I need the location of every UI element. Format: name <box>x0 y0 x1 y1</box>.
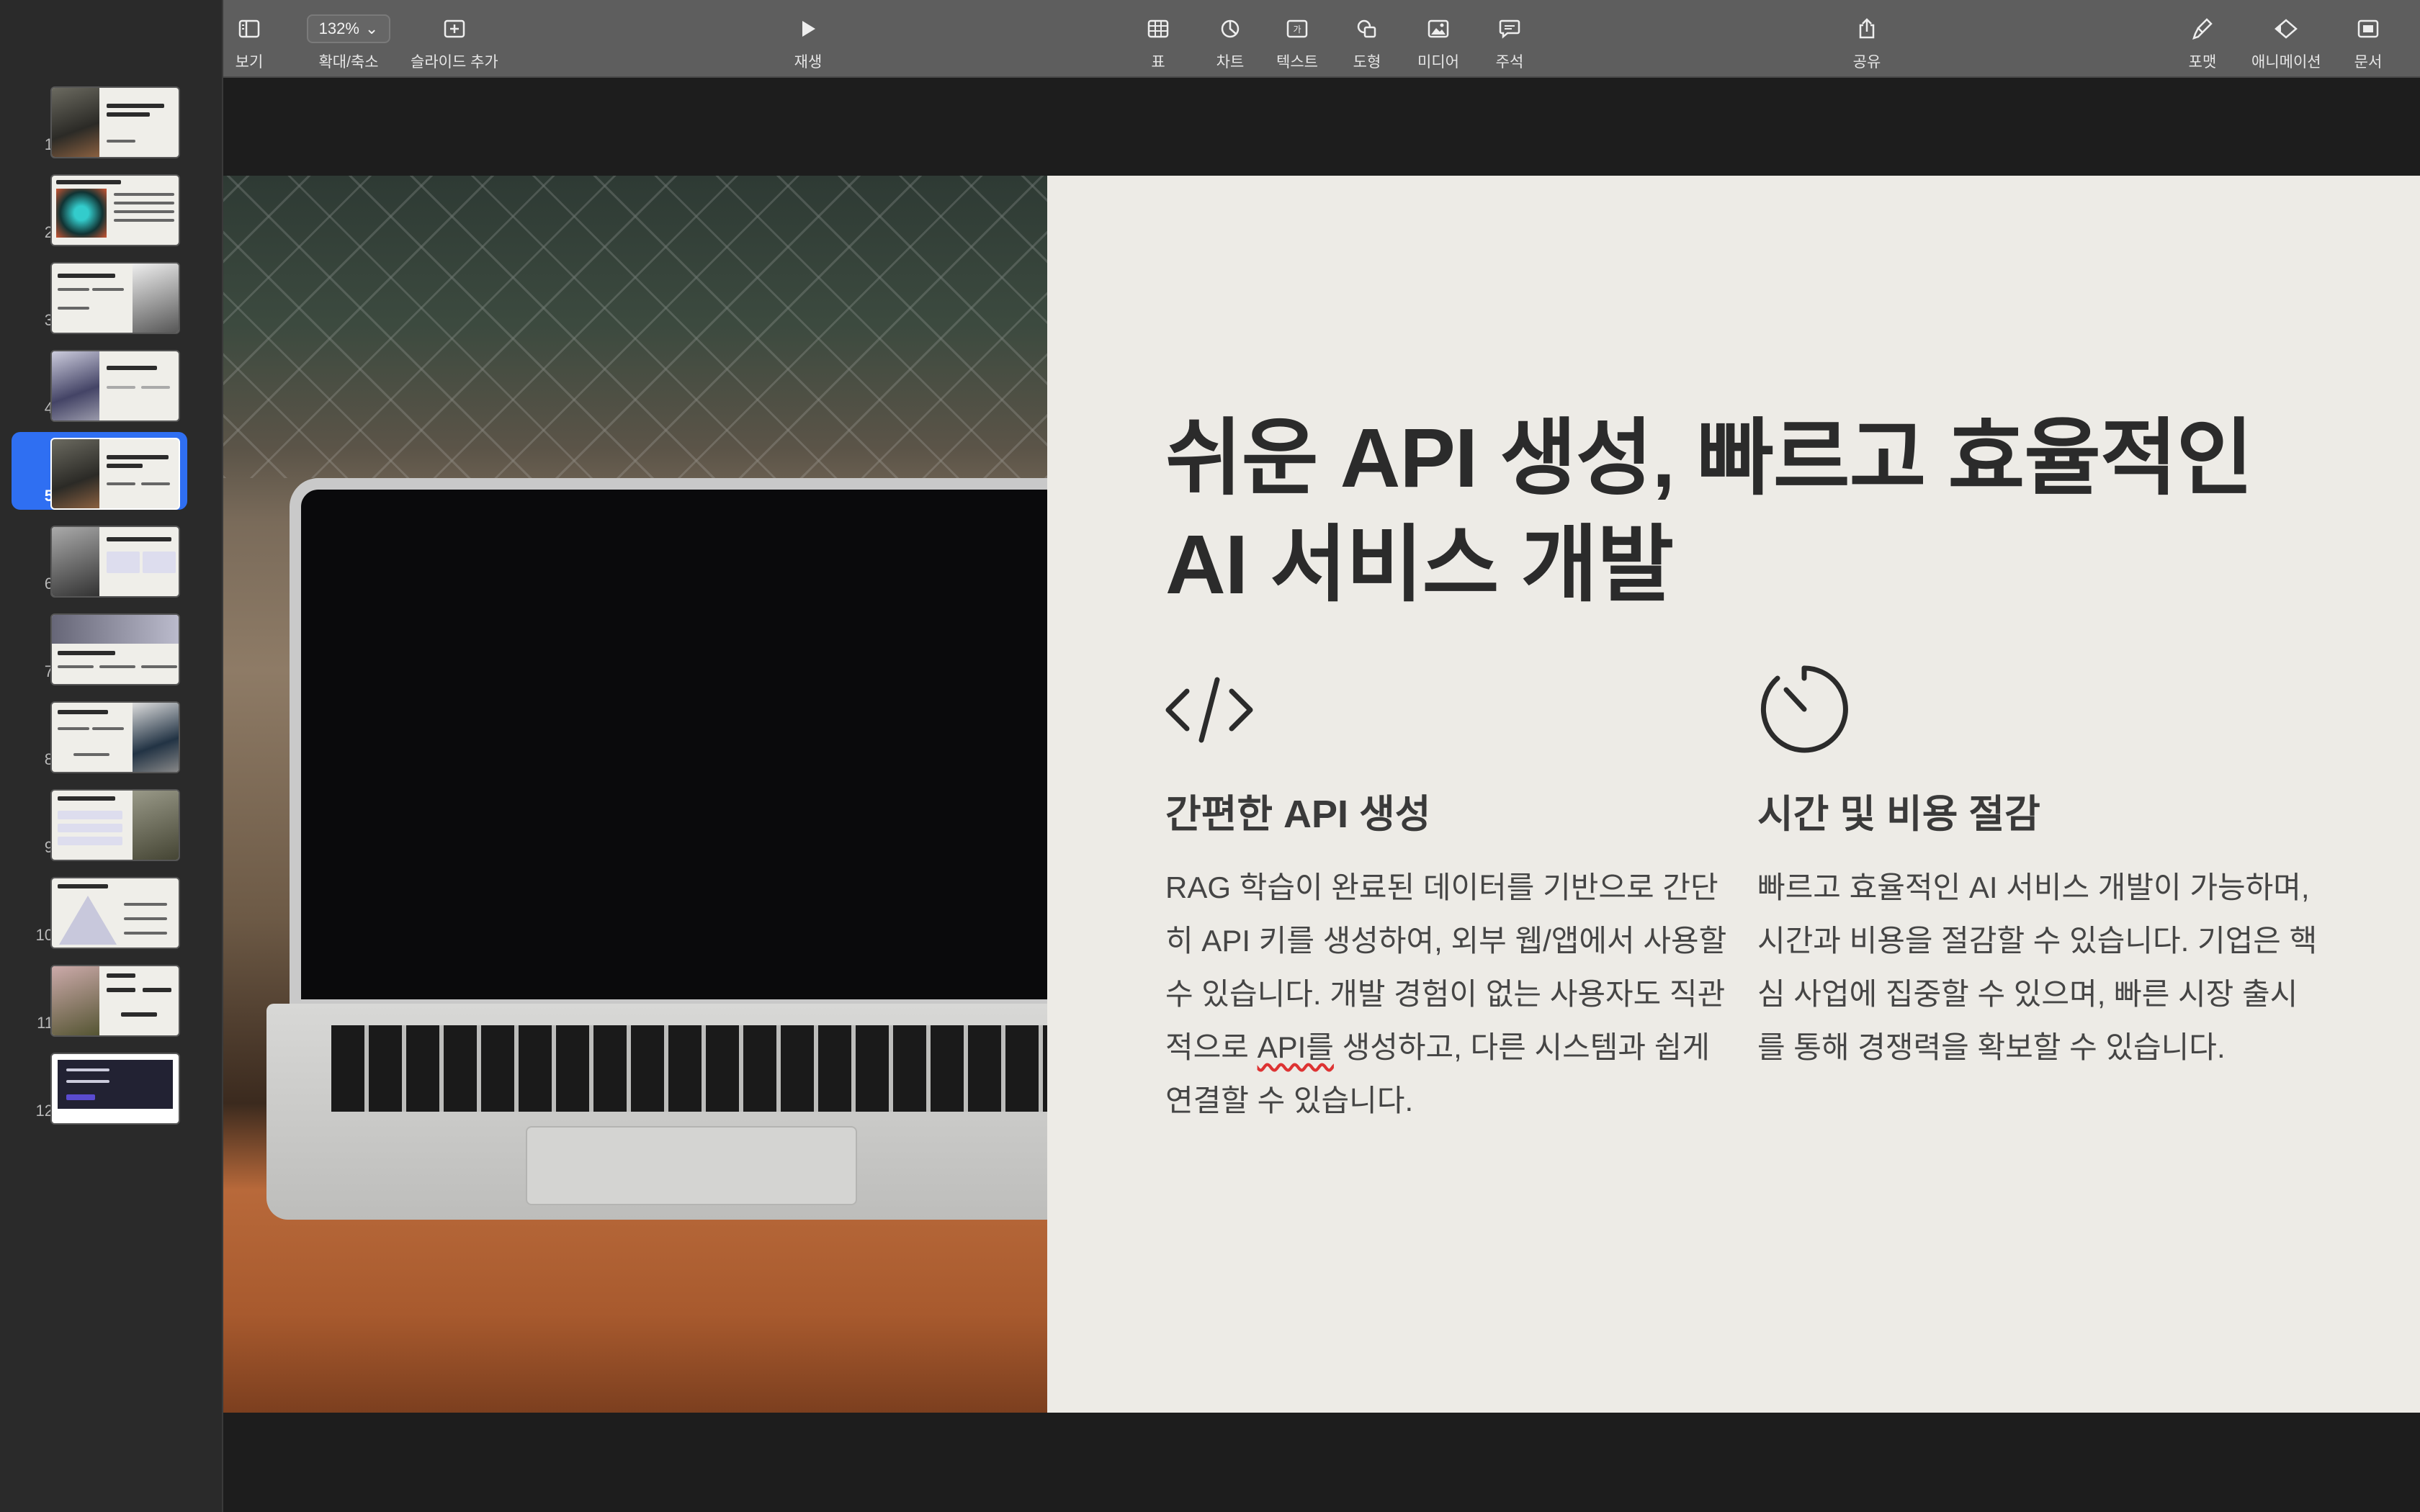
chart-icon <box>1216 14 1245 43</box>
slide-thumbnail-8[interactable]: 8 <box>12 696 187 773</box>
slide-thumbnail-2[interactable]: 2 <box>12 168 187 246</box>
share-button[interactable]: 공유 <box>1852 14 1881 72</box>
add-slide-label: 슬라이드 추가 <box>411 54 498 71</box>
slide-number: 6 <box>44 575 53 593</box>
text-button[interactable]: 가 텍스트 <box>1276 14 1318 72</box>
slide-thumbnail-9[interactable]: 9 <box>12 783 187 861</box>
image-icon <box>1424 14 1453 43</box>
add-slide-button[interactable]: 슬라이드 추가 <box>411 14 498 72</box>
play-icon <box>794 14 823 43</box>
feature-body-savings: 빠르고 효율적인 AI 서비스 개발이 가능하며, 시간과 비용을 절감할 수 … <box>1757 870 2318 1064</box>
document-button[interactable]: 문서 <box>2354 14 2383 72</box>
slide-title-line1: 쉬운 API 생성, 빠르고 효율적인 <box>1165 411 2253 505</box>
view-button[interactable]: 보기 <box>235 14 264 72</box>
slide-thumbnail-1[interactable]: 1 <box>12 81 187 158</box>
slide-title-line2: AI 서비스 개발 <box>1165 518 1674 611</box>
animate-label: 애니메이션 <box>2251 54 2321 71</box>
slide-number: 9 <box>44 838 53 856</box>
slide-thumbnail-11[interactable]: 11 <box>12 959 187 1037</box>
feature-title-api: 간편한 API 생성 <box>1165 793 1431 836</box>
thumbnail-preview <box>50 262 180 334</box>
zoom-value: 132% <box>318 19 359 37</box>
format-button[interactable]: 포맷 <box>2188 14 2217 72</box>
slide-number: 12 <box>35 1102 53 1120</box>
thumbnail-preview <box>50 789 180 861</box>
play-button[interactable]: 재생 <box>794 14 823 72</box>
slide-number: 7 <box>44 662 53 680</box>
slide-number: 3 <box>44 311 53 329</box>
paintbrush-icon <box>2188 14 2217 43</box>
view-label: 보기 <box>235 54 264 71</box>
zoom-label: 확대/축소 <box>318 54 379 71</box>
slide-thumbnail-5[interactable]: 5 <box>12 432 187 510</box>
format-label: 포맷 <box>2188 54 2217 71</box>
text-label: 텍스트 <box>1276 54 1318 71</box>
slide-thumbnail-12[interactable]: 12 <box>12 1047 187 1125</box>
slide-number: 2 <box>44 223 53 241</box>
comment-icon <box>1495 14 1524 43</box>
play-label: 재생 <box>794 54 823 71</box>
table-button[interactable]: 표 <box>1144 14 1173 72</box>
spellcheck-word[interactable]: API를 <box>1258 1030 1334 1064</box>
sidebar-icon <box>235 14 264 43</box>
slide-number: 4 <box>44 399 53 417</box>
thumbnail-preview <box>50 438 180 510</box>
thumbnail-preview <box>50 877 180 949</box>
shape-icon <box>1353 14 1381 43</box>
toolbar: 보기 132% ⌄ 확대/축소 슬라이드 추가 재생 표 차트 가 텍스트 도형… <box>223 0 2420 78</box>
slide-thumbnail-6[interactable]: 6 <box>12 520 187 598</box>
slide-thumbnail-4[interactable]: 4 <box>12 344 187 422</box>
feature-body-api: RAG 학습이 완료된 데이터를 기반으로 간단히 API 키를 생성하여, 외… <box>1165 870 1727 1117</box>
animate-button[interactable]: 애니메이션 <box>2251 14 2321 72</box>
table-label: 표 <box>1151 54 1165 71</box>
shape-button[interactable]: 도형 <box>1353 14 1381 72</box>
thumbnail-preview <box>50 965 180 1037</box>
slide-number: 5 <box>44 487 53 505</box>
slide-title[interactable]: 쉬운 API 생성, 빠르고 효율적인 AI 서비스 개발 <box>1165 405 2354 618</box>
slide-navigator[interactable]: 1 2 3 4 5 6 7 8 9 10 11 12 <box>0 0 223 1512</box>
zoom-select[interactable]: 132% ⌄ <box>307 14 390 43</box>
thumbnail-preview <box>50 526 180 598</box>
timer-icon <box>1760 665 1848 753</box>
add-slide-icon <box>440 14 469 43</box>
shape-label: 도형 <box>1353 54 1381 71</box>
thumbnail-preview <box>50 86 180 158</box>
thumbnail-preview <box>50 174 180 246</box>
comment-button[interactable]: 주석 <box>1495 14 1524 72</box>
chevron-down-icon: ⌄ <box>364 19 379 37</box>
diamond-icon <box>2272 14 2300 43</box>
thumbnail-preview <box>50 350 180 422</box>
media-button[interactable]: 미디어 <box>1417 14 1459 72</box>
chart-button[interactable]: 차트 <box>1216 14 1245 72</box>
zoom-control[interactable]: 132% ⌄ 확대/축소 <box>307 14 390 72</box>
text-box-icon: 가 <box>1283 14 1312 43</box>
slide-5[interactable]: 쉬운 API 생성, 빠르고 효율적인 AI 서비스 개발 간편한 API 생성… <box>223 176 2420 1413</box>
slide-thumbnail-7[interactable]: 7 <box>12 608 187 685</box>
svg-text:가: 가 <box>1293 24 1301 35</box>
chart-label: 차트 <box>1216 54 1245 71</box>
laptop-photo[interactable] <box>223 176 1047 1413</box>
slide-number: 8 <box>44 750 53 768</box>
slide-thumbnail-3[interactable]: 3 <box>12 256 187 334</box>
slide-number: 11 <box>37 1014 53 1032</box>
share-icon <box>1852 14 1881 43</box>
slide-number: 10 <box>35 926 53 944</box>
thumbnail-preview <box>50 613 180 685</box>
thumbnail-preview <box>50 1053 180 1125</box>
document-label: 문서 <box>2354 54 2383 71</box>
code-icon <box>1165 677 1253 743</box>
comment-label: 주석 <box>1495 54 1524 71</box>
share-label: 공유 <box>1852 54 1881 71</box>
media-label: 미디어 <box>1417 54 1459 71</box>
thumbnail-preview <box>50 701 180 773</box>
slide-thumbnail-10[interactable]: 10 <box>12 871 187 949</box>
table-icon <box>1144 14 1173 43</box>
slide-number: 1 <box>44 135 53 153</box>
document-icon <box>2354 14 2383 43</box>
feature-title-savings: 시간 및 비용 절감 <box>1757 793 2040 836</box>
